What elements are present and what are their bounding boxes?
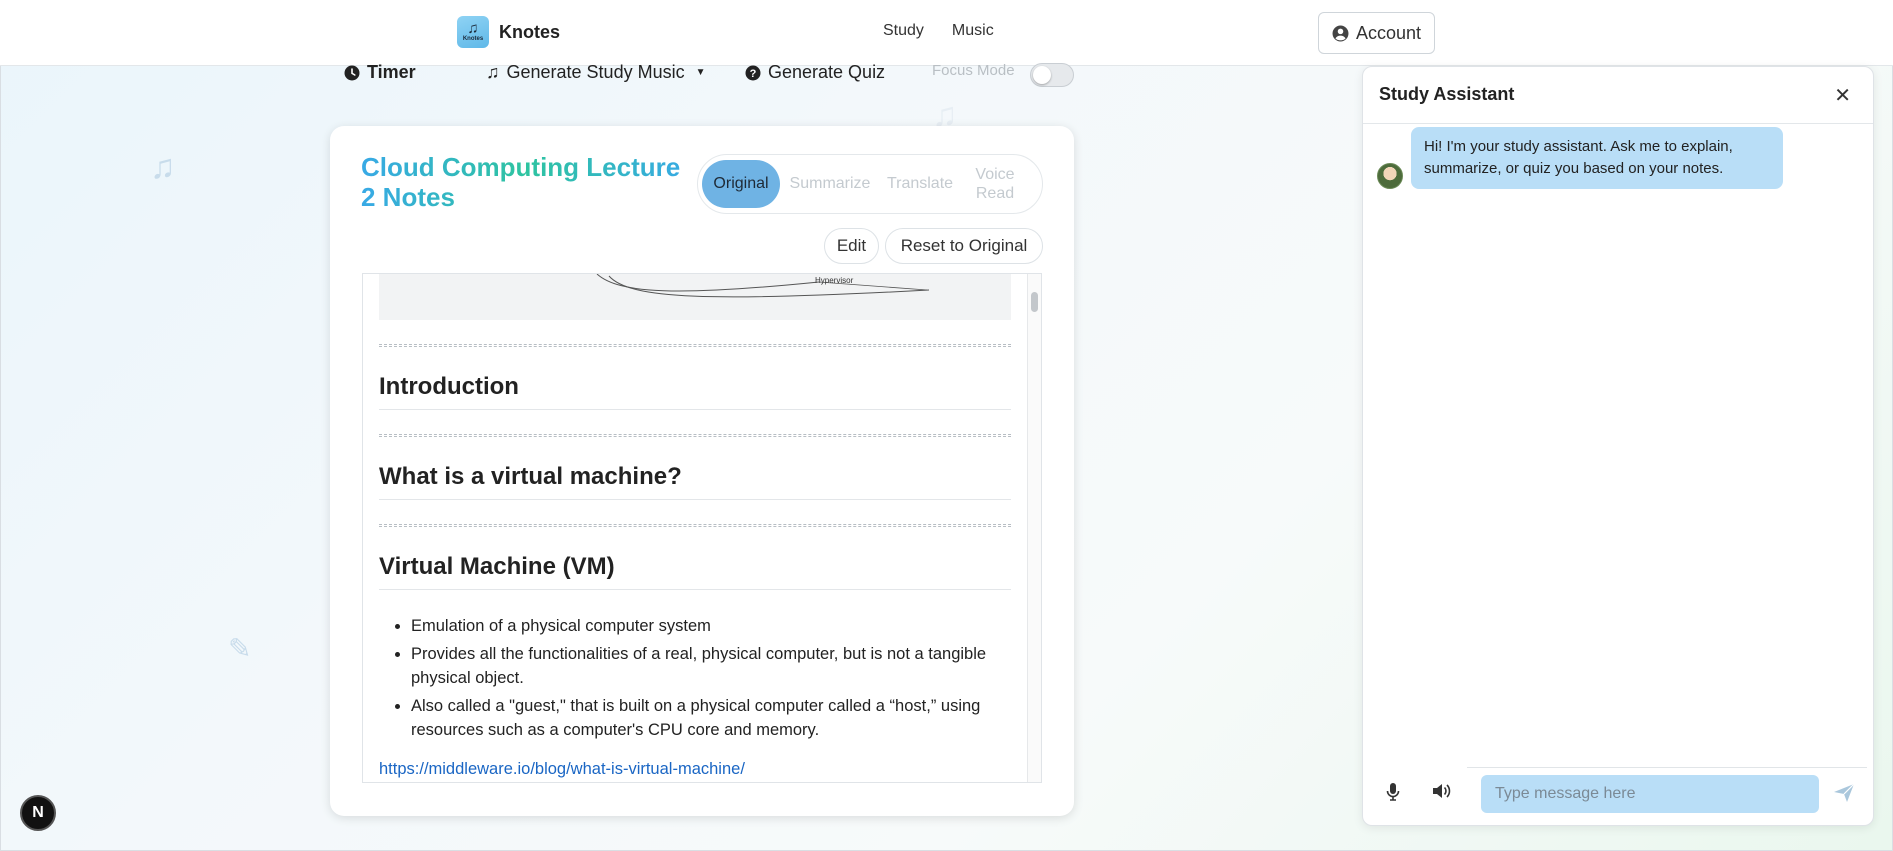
- diagram-label: Hypervisor: [815, 276, 854, 285]
- hypervisor-diagram: Hypervisor: [596, 274, 930, 298]
- reset-to-original-button[interactable]: Reset to Original: [885, 228, 1043, 264]
- notes-card: Cloud Computing Lecture 2 Notes Original…: [330, 126, 1074, 816]
- music-note-icon: ♫: [150, 148, 176, 186]
- user-circle-icon: [1332, 25, 1349, 41]
- notes-document[interactable]: Hypervisor Introduction What is a virtua…: [362, 273, 1042, 783]
- diagram-image: Hypervisor: [379, 274, 1011, 320]
- document-scrollbar[interactable]: [1027, 274, 1041, 782]
- heading-introduction: Introduction: [379, 347, 1011, 410]
- question-circle-icon: ?: [745, 65, 761, 80]
- send-icon[interactable]: [1833, 783, 1855, 803]
- nav-music[interactable]: Music: [952, 22, 994, 40]
- message-bubble: Hi! I'm your study assistant. Ask me to …: [1411, 127, 1783, 189]
- mode-original-button[interactable]: Original: [702, 160, 780, 208]
- assistant-avatar: [1377, 163, 1403, 189]
- main-nav: Study Music: [883, 22, 994, 40]
- heading-what-is-vm: What is a virtual machine?: [379, 437, 1011, 500]
- brand-logo: ♫ Knotes: [457, 16, 489, 48]
- logo-text: Knotes: [462, 36, 484, 42]
- music-note-icon: ♫: [467, 20, 479, 37]
- list-item: Also called a "guest," that is built on …: [411, 694, 1011, 742]
- bullet-list: Emulation of a physical computer system …: [411, 614, 1011, 742]
- scrollbar-thumb[interactable]: [1031, 292, 1038, 312]
- top-nav-bar: ♫ Knotes Knotes Study Music Account: [0, 0, 1893, 66]
- brand-name: Knotes: [499, 21, 561, 42]
- chat-header: Study Assistant ✕: [1363, 67, 1873, 124]
- list-item: Emulation of a physical computer system: [411, 614, 1011, 638]
- dropdown-caret-icon: ▼: [695, 67, 706, 78]
- brand[interactable]: ♫ Knotes Knotes: [457, 16, 560, 48]
- edit-button[interactable]: Edit: [824, 228, 879, 264]
- document-content: Hypervisor Introduction What is a virtua…: [379, 274, 1011, 779]
- account-label: Account: [1355, 22, 1422, 43]
- toggle-knob: [1033, 66, 1051, 84]
- microphone-icon[interactable]: [1385, 782, 1401, 802]
- music-note-icon: ♫: [486, 62, 500, 82]
- clock-icon: [344, 65, 360, 80]
- focus-mode-toggle[interactable]: [1030, 63, 1074, 87]
- focus-mode-label: Focus Mode: [932, 62, 1015, 79]
- svg-text:?: ?: [750, 68, 757, 80]
- chat-title: Study Assistant: [1379, 84, 1515, 104]
- dev-badge[interactable]: N: [20, 795, 56, 831]
- assistant-message: Hi! I'm your study assistant. Ask me to …: [1377, 127, 1783, 189]
- notes-title: Cloud Computing Lecture 2 Notes: [361, 152, 691, 212]
- close-icon[interactable]: ✕: [1834, 83, 1851, 108]
- speaker-icon[interactable]: [1431, 782, 1451, 800]
- divider: [1467, 767, 1867, 768]
- timer-label: Timer: [367, 62, 416, 82]
- generate-quiz-button[interactable]: ? Generate Quiz: [745, 62, 885, 83]
- account-button[interactable]: Account: [1318, 12, 1435, 54]
- reference-link[interactable]: https://middleware.io/blog/what-is-virtu…: [379, 760, 1011, 779]
- view-mode-switcher: Original Summarize Translate Voice Read: [697, 154, 1043, 214]
- study-assistant-panel: Study Assistant ✕ Hi! I'm your study ass…: [1362, 66, 1874, 826]
- generate-music-label: Generate Study Music: [506, 62, 685, 82]
- pen-icon: ✎: [228, 633, 252, 664]
- chat-message-input[interactable]: [1481, 775, 1819, 813]
- generate-quiz-label: Generate Quiz: [768, 62, 886, 82]
- timer-button[interactable]: Timer: [344, 62, 416, 83]
- list-item: Provides all the functionalities of a re…: [411, 642, 1011, 690]
- mode-translate-button[interactable]: Translate: [880, 175, 960, 193]
- heading-virtual-machine: Virtual Machine (VM): [379, 527, 1011, 590]
- generate-music-dropdown[interactable]: ♫ Generate Study Music ▼: [486, 62, 706, 83]
- mode-summarize-button[interactable]: Summarize: [780, 175, 880, 193]
- mode-voice-read-button[interactable]: Voice Read: [960, 165, 1030, 203]
- nav-study[interactable]: Study: [883, 22, 924, 40]
